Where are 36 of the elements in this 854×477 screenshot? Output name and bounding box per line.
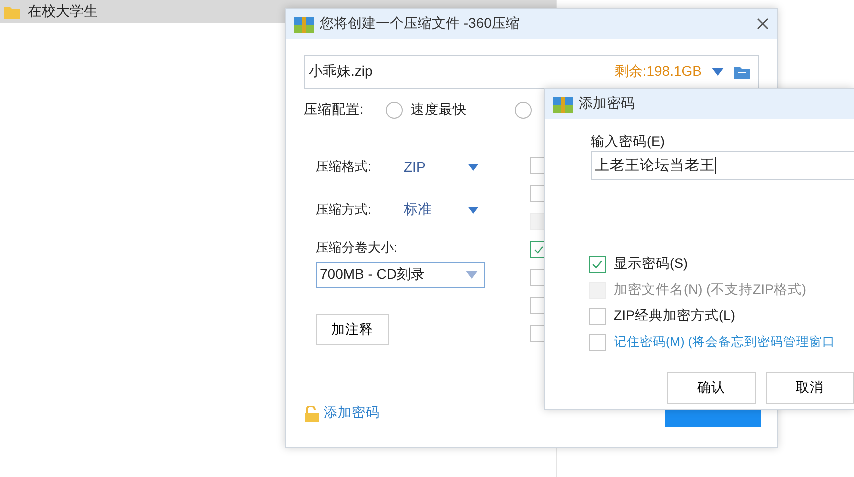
format-label: 压缩格式: [316, 158, 373, 176]
confirm-button[interactable]: 确认 [667, 372, 756, 404]
checkbox[interactable] [589, 256, 606, 272]
password-field[interactable]: 上老王论坛当老王 [591, 151, 854, 180]
split-size-dropdown[interactable]: 700MB - CD刻录 [316, 262, 485, 288]
check-icon [534, 246, 544, 254]
dropdown-icon[interactable] [712, 68, 724, 76]
radio-button[interactable] [514, 102, 532, 118]
folder-icon [4, 4, 20, 18]
method-label: 压缩方式: [316, 201, 373, 219]
close-icon[interactable] [757, 18, 769, 30]
radio-button[interactable]: 速度最快 [386, 101, 467, 119]
dropdown-icon[interactable] [466, 271, 478, 279]
checkbox[interactable] [589, 334, 606, 350]
archive-icon [553, 95, 573, 113]
option-label[interactable]: 显示密码(S) [614, 255, 688, 273]
split-size-label: 压缩分卷大小: [316, 239, 399, 257]
remember-password-label[interactable]: 记住密码(M) (将会备忘到密码管理窗口 [614, 334, 836, 350]
format-dropdown[interactable]: ZIP [404, 159, 468, 175]
method-dropdown[interactable]: 标准 [404, 201, 468, 219]
password-label: 输入密码(E) [591, 133, 666, 151]
free-space: 剩余:198.1GB [614, 63, 702, 81]
check-icon [592, 260, 603, 268]
dropdown-icon[interactable] [468, 164, 479, 170]
dropdown-icon[interactable] [468, 206, 479, 214]
config-label: 压缩配置: [304, 101, 364, 119]
comment-button[interactable]: 加注释 [316, 314, 389, 345]
add-password-link[interactable]: 添加密码 [324, 404, 380, 422]
lock-icon [304, 406, 320, 422]
folder-icon[interactable] [734, 65, 750, 79]
archive-icon [294, 15, 314, 33]
window-title: 添加密码 [579, 95, 636, 113]
option-label[interactable]: ZIP经典加密方式(L) [614, 307, 736, 325]
cancel-button[interactable]: 取消 [766, 372, 854, 404]
file-name: 在校大学生 [28, 2, 98, 20]
checkbox[interactable] [589, 308, 606, 324]
